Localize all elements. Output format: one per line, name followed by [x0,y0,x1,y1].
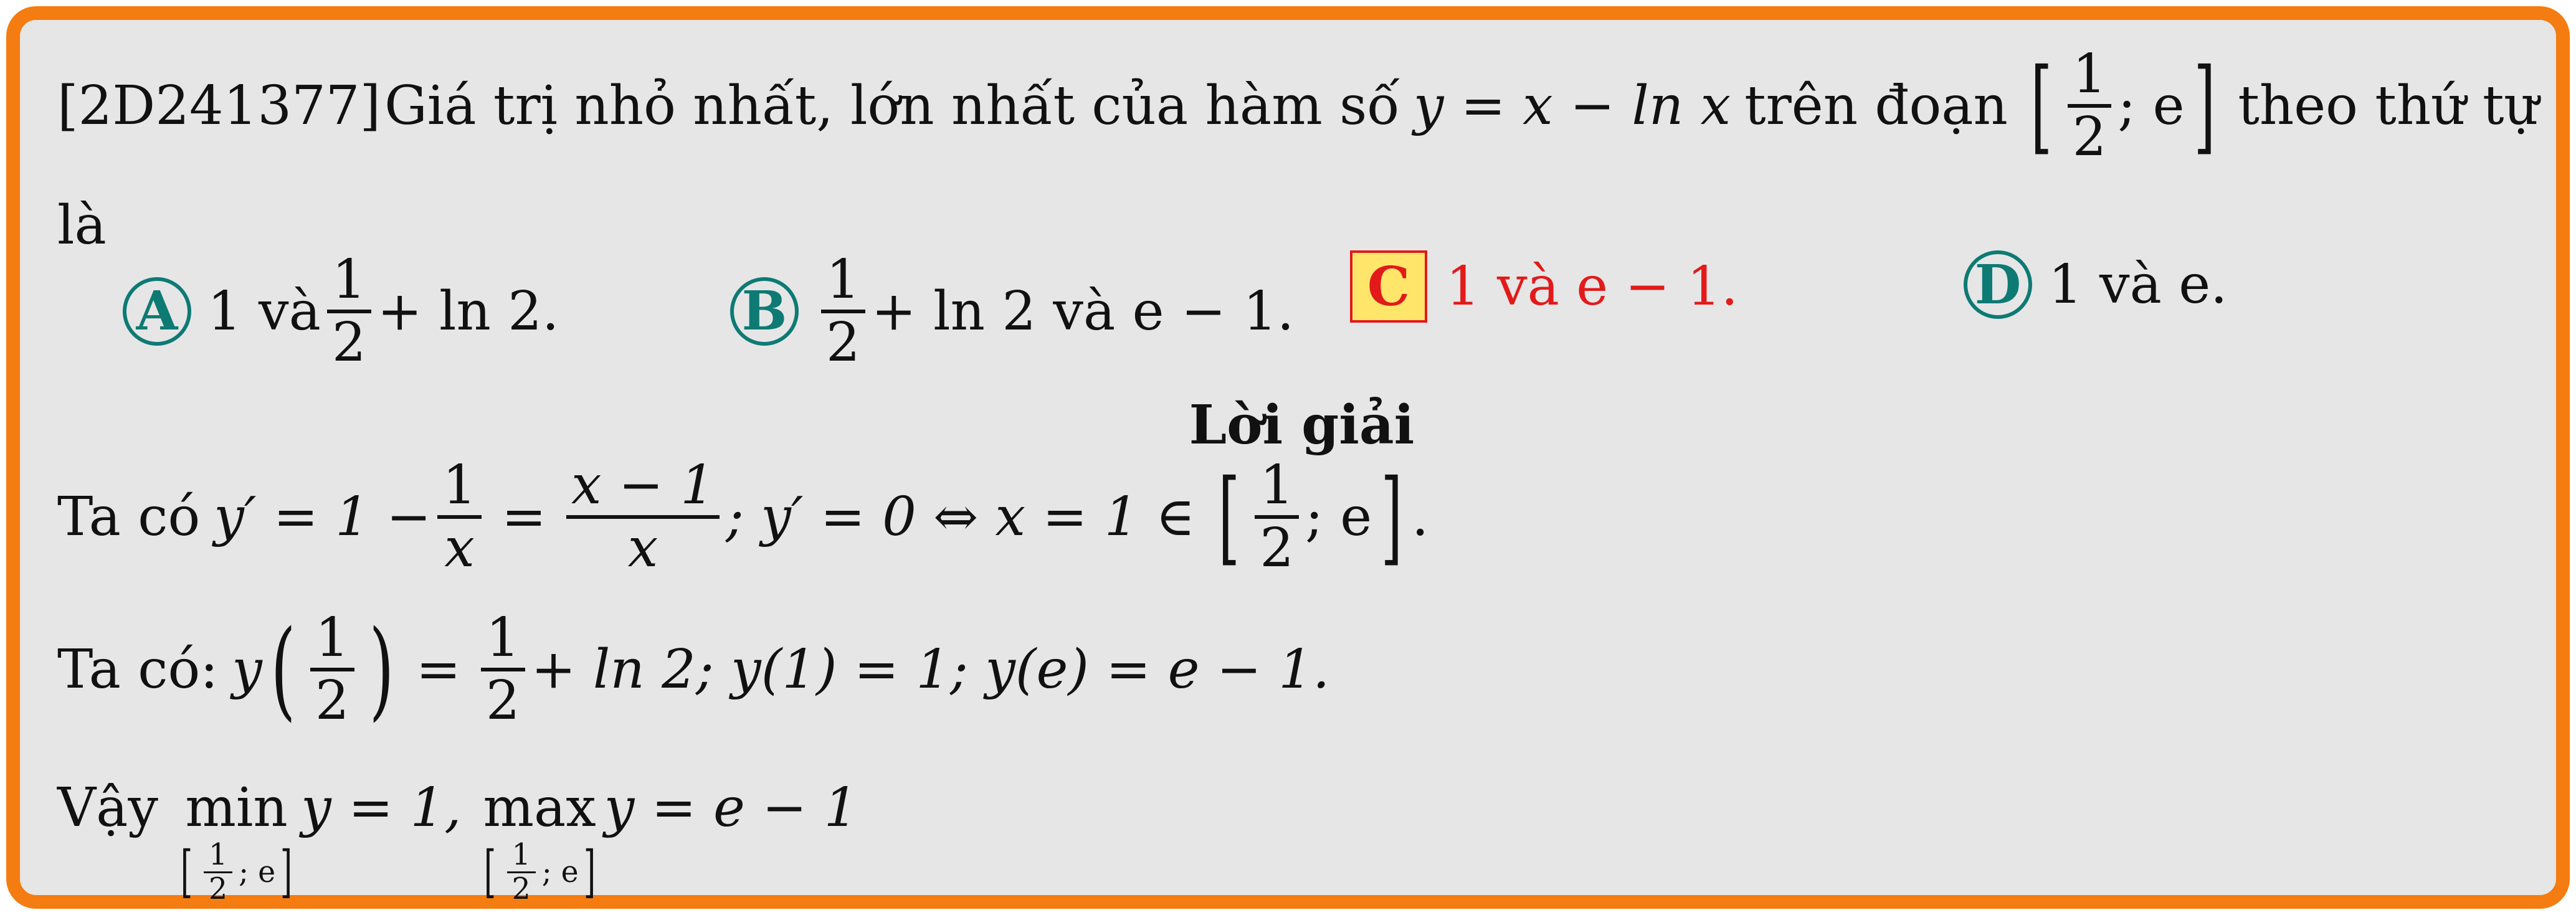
option-a-letter: A [123,277,191,346]
option-a[interactable]: A 1 và 1 2 + ln 2. [123,250,559,372]
question-code: [2D241377] [57,74,381,137]
solution-heading: Lời giải [1189,394,1415,457]
question-function: y = x − ln x [1413,74,1731,137]
left-bracket: [ [2030,45,2053,165]
question-line-1: [2D241377] Giá trị nhỏ nhất, lớn nhất củ… [57,45,2539,166]
question-text-2: trên đoạn [1744,74,2008,137]
option-c-letter: C [1350,250,1427,323]
option-b-letter: B [730,277,799,346]
option-d[interactable]: D 1 và e. [1964,250,2227,319]
option-d-letter: D [1964,250,2032,319]
solution-line-1: Ta có y′ = 1 − 1 x = x − 1 x ; y′ = 0 ⇔ … [57,454,1429,579]
right-bracket: ] [2193,45,2215,165]
interval-sep: ; e [2117,74,2185,137]
question-text: Giá trị nhỏ nhất, lớn nhất của hàm số [384,74,1400,137]
question-card: [2D241377] Giá trị nhỏ nhất, lớn nhất củ… [6,6,2570,909]
question-line-2: là [57,194,107,257]
solution-line-2: Ta có: y ( 1 2 ) = 1 2 + ln 2; y(1) = 1;… [57,606,1330,732]
solution-line-3: Vậy min [ 1 2 ; e ] y = 1, max [ 1 2 ; e… [57,777,858,907]
option-b[interactable]: B 1 2 + ln 2 và e − 1. [730,250,1294,372]
question-text-4: là [57,194,107,257]
question-text-3: theo thứ tự [2238,74,2539,137]
interval-fraction: 1 2 [2067,45,2112,166]
option-c[interactable]: C 1 và e − 1. [1350,250,1738,323]
